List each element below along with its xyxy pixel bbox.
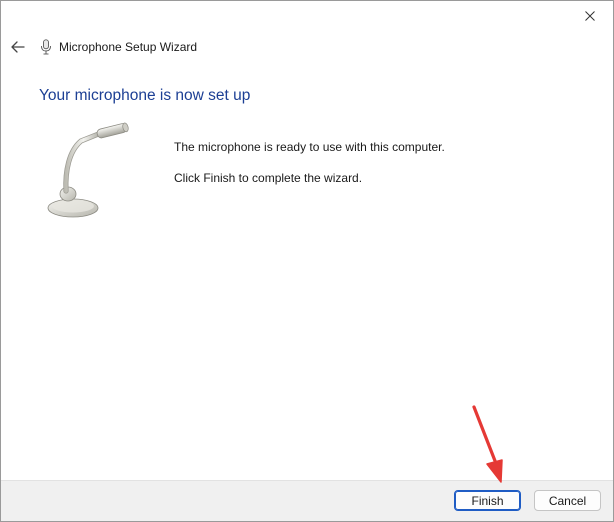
microphone-icon bbox=[39, 38, 53, 56]
page-heading: Your microphone is now set up bbox=[39, 87, 251, 104]
titlebar: Microphone Setup Wizard bbox=[7, 35, 197, 59]
close-icon bbox=[585, 11, 595, 21]
back-button[interactable] bbox=[7, 36, 29, 58]
wizard-window: Microphone Setup Wizard Your microphone … bbox=[0, 0, 614, 522]
ready-message: The microphone is ready to use with this… bbox=[174, 140, 445, 154]
finish-instruction: Click Finish to complete the wizard. bbox=[174, 171, 363, 185]
close-button[interactable] bbox=[567, 1, 613, 31]
cancel-button[interactable]: Cancel bbox=[534, 490, 601, 511]
finish-button[interactable]: Finish bbox=[454, 490, 521, 511]
desk-microphone-icon bbox=[41, 121, 141, 221]
back-arrow-icon bbox=[11, 41, 25, 53]
window-title: Microphone Setup Wizard bbox=[59, 40, 198, 54]
footer-bar: Finish Cancel bbox=[1, 480, 613, 521]
